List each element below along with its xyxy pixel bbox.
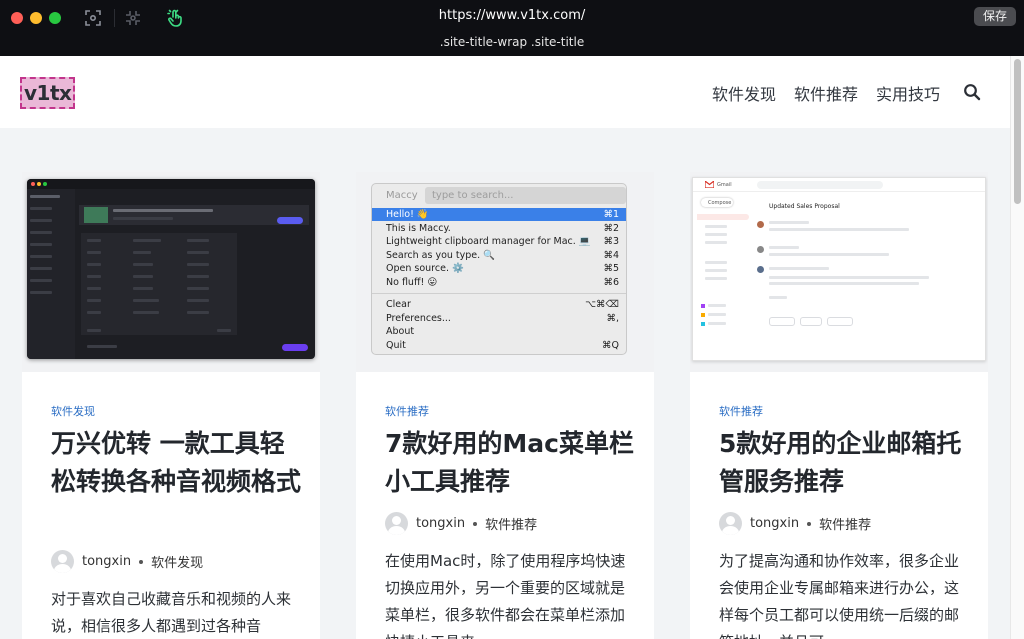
css-selector-text: .site-title-wrap .site-title: [439, 35, 585, 49]
post-title[interactable]: 7款好用的Mac菜单栏小工具推荐: [385, 425, 635, 501]
list-item-label: This is Maccy.: [386, 222, 451, 234]
list-item: Lightweight clipboard manager for Mac. 💻…: [372, 235, 626, 248]
menu-item-shortcut: ⌥⌘⌫: [585, 299, 619, 310]
list-item-label: Search as you type. 🔍: [386, 249, 496, 261]
menu-item: About: [372, 325, 626, 338]
nav-item-software-recommend[interactable]: 软件推荐: [794, 81, 858, 105]
menu-item: Clear ⌥⌘⌫: [372, 298, 626, 311]
post-card[interactable]: Gmail Compose Updated Sales Proposal 软件推…: [690, 172, 988, 639]
post-meta: tongxin 软件推荐: [719, 512, 871, 535]
scrollbar-thumb[interactable]: [1014, 59, 1021, 204]
list-item: This is Maccy. ⌘2: [372, 222, 626, 235]
list-item-label: Lightweight clipboard manager for Mac. 💻: [386, 236, 591, 247]
list-item-shortcut: ⌘4: [603, 249, 619, 261]
gmail-subject: Updated Sales Proposal: [769, 203, 840, 210]
post-card[interactable]: Maccy type to search... Hello! 👋 ⌘1 This …: [356, 172, 654, 639]
site-header: v1tx 软件发现 软件推荐 实用技巧: [0, 56, 1010, 128]
search-icon[interactable]: [963, 83, 981, 101]
post-author[interactable]: tongxin: [416, 516, 465, 531]
menu-item: Preferences... ⌘,: [372, 312, 626, 325]
list-item-shortcut: ⌘6: [603, 276, 619, 288]
post-author[interactable]: tongxin: [82, 554, 131, 569]
menu-item-shortcut: ⌘Q: [602, 339, 619, 351]
maccy-search-field: type to search...: [425, 187, 626, 204]
meta-separator: [807, 521, 812, 526]
post-meta-category[interactable]: 软件推荐: [819, 514, 871, 533]
url-text: https://www.v1tx.com/: [438, 8, 586, 23]
post-author[interactable]: tongxin: [750, 516, 799, 531]
post-excerpt: 对于喜欢自己收藏音乐和视频的人来说，相信很多人都遇到过各种音: [51, 590, 292, 635]
list-item-shortcut: ⌘5: [603, 263, 619, 274]
post-title[interactable]: 万兴优转 一款工具轻松转换各种音视频格式: [51, 425, 301, 501]
post-thumbnail[interactable]: [22, 172, 320, 372]
post-meta: tongxin 软件发现: [51, 550, 203, 573]
list-item-label: Hello! 👋: [386, 209, 429, 220]
post-meta-category[interactable]: 软件推荐: [485, 514, 537, 533]
gmail-screenshot: Gmail Compose Updated Sales Proposal: [692, 177, 986, 361]
gmail-logo-icon: [705, 181, 714, 188]
post-meta: tongxin 软件推荐: [385, 512, 537, 535]
list-item-shortcut: ⌘3: [603, 236, 619, 247]
menu-item-label: Preferences...: [386, 312, 451, 324]
menu-item: Quit ⌘Q: [372, 339, 626, 352]
meta-separator: [139, 559, 144, 564]
converter-app-screenshot: [27, 179, 315, 359]
nav-item-software-discovery[interactable]: 软件发现: [712, 81, 776, 105]
post-excerpt: 为了提高沟通和协作效率，很多企业会使用企业专属邮箱来进行办公，这样每个员工都可以…: [719, 552, 960, 639]
menu-item-label: Clear: [386, 299, 411, 310]
save-button[interactable]: 保存: [974, 7, 1016, 26]
inspector-toolbar: https://www.v1tx.com/ .site-title-wrap .…: [0, 0, 1024, 56]
post-excerpt: 在使用Mac时，除了使用程序坞快速切换应用外，另一个重要的区域就是菜单栏，很多软…: [385, 552, 626, 639]
nav-item-tips[interactable]: 实用技巧: [876, 81, 940, 105]
maccy-popup-screenshot: Maccy type to search... Hello! 👋 ⌘1 This …: [371, 183, 627, 355]
post-category[interactable]: 软件推荐: [719, 403, 763, 419]
avatar[interactable]: [719, 512, 742, 535]
list-item: No fluff! 😛 ⌘6: [372, 276, 626, 289]
post-meta-category[interactable]: 软件发现: [151, 552, 203, 571]
post-thumbnail[interactable]: Gmail Compose Updated Sales Proposal: [690, 172, 988, 372]
menu-divider: [372, 293, 626, 294]
post-category[interactable]: 软件推荐: [385, 403, 429, 419]
menu-item-label: About: [386, 326, 415, 337]
list-item-shortcut: ⌘2: [603, 222, 619, 234]
post-thumbnail[interactable]: Maccy type to search... Hello! 👋 ⌘1 This …: [356, 172, 654, 372]
gmail-brand: Gmail: [717, 182, 732, 188]
meta-separator: [473, 521, 478, 526]
avatar[interactable]: [385, 512, 408, 535]
post-card[interactable]: 软件发现 万兴优转 一款工具轻松转换各种音视频格式 tongxin 软件发现 对…: [22, 172, 320, 639]
list-item: Open source. ⚙️ ⌘5: [372, 262, 626, 275]
list-item-label: Open source. ⚙️: [386, 263, 464, 274]
gmail-compose: Compose: [708, 200, 732, 206]
list-item: Search as you type. 🔍 ⌘4: [372, 249, 626, 262]
maccy-app-name: Maccy: [386, 190, 418, 201]
menu-item-shortcut: ⌘,: [606, 312, 619, 324]
menu-item-label: Quit: [386, 339, 406, 351]
site-logo[interactable]: v1tx: [24, 81, 72, 105]
list-item-label: No fluff! 😛: [386, 276, 438, 288]
post-category[interactable]: 软件发现: [51, 403, 95, 419]
avatar[interactable]: [51, 550, 74, 573]
list-item-shortcut: ⌘1: [603, 209, 619, 220]
list-item: Hello! 👋 ⌘1: [372, 208, 626, 221]
site-title-highlight[interactable]: v1tx: [20, 77, 76, 109]
post-title[interactable]: 5款好用的企业邮箱托管服务推荐: [719, 425, 969, 501]
